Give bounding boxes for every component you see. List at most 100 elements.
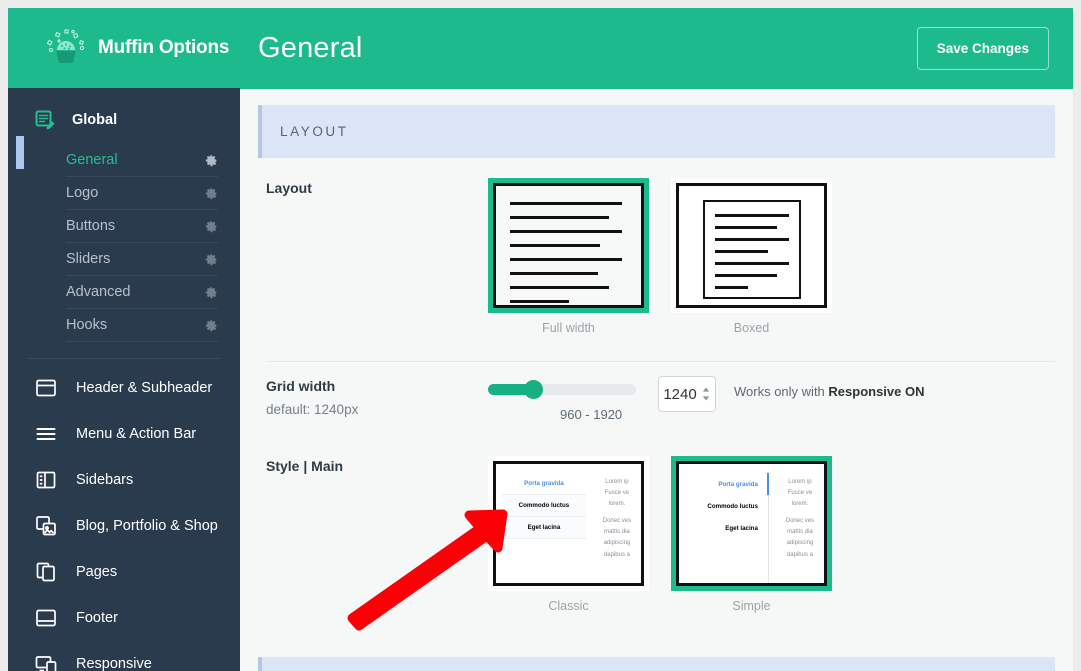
- style-preview-body-line: mattis dia: [604, 529, 630, 536]
- sidebar-item-footer[interactable]: Footer: [8, 595, 240, 641]
- sidebar-item-advanced[interactable]: Advanced: [66, 276, 218, 309]
- grid-width-value: 1240: [663, 385, 697, 403]
- section-header-next: [258, 657, 1055, 671]
- layout-options: Full width Boxed: [488, 178, 832, 335]
- grid-width-note-strong: Responsive ON: [828, 384, 925, 399]
- layout-option-full-width[interactable]: Full width: [488, 178, 649, 335]
- sidebar-item-sidebars[interactable]: Sidebars: [8, 457, 240, 503]
- sidebar-item-header-subheader[interactable]: Header & Subheader: [8, 365, 240, 411]
- layout-option-boxed-caption: Boxed: [733, 321, 770, 335]
- style-preview-body: Lorem ip Fusce ve lorem. Donec ves matti…: [769, 473, 824, 583]
- brand-title: Muffin Options: [98, 37, 230, 58]
- main-panel: General Save Changes LAYOUT Layout Full …: [240, 8, 1073, 671]
- style-preview-body: Lorem ip Fusce ve lorem. Donec ves matti…: [586, 473, 641, 583]
- sidebar-item-buttons-label: Buttons: [66, 218, 116, 234]
- row-layout-label-col: Layout: [266, 178, 488, 335]
- preview-lines: [702, 200, 801, 299]
- style-preview-classic: Porta gravida Commodo luctus Eget lacina…: [496, 464, 641, 583]
- row-style-main-label: Style | Main: [266, 458, 344, 474]
- style-preview-item: Eget lacina: [725, 524, 758, 532]
- section-header-layout: LAYOUT: [258, 105, 1055, 158]
- row-style-main: Style | Main Porta gravida Commodo luctu…: [258, 422, 1055, 613]
- style-preview-item: Porta gravida: [718, 480, 758, 488]
- sidebar-item-menu-action-bar-label: Menu & Action Bar: [76, 426, 197, 442]
- gear-icon[interactable]: [205, 286, 218, 299]
- gear-icon[interactable]: [205, 220, 218, 233]
- top-bar: General Save Changes: [240, 8, 1073, 89]
- spinner-arrows-icon[interactable]: [701, 386, 711, 402]
- sidebar-item-menu-action-bar[interactable]: Menu & Action Bar: [8, 411, 240, 457]
- slider-handle[interactable]: [524, 380, 543, 399]
- sidebar-item-global[interactable]: Global: [8, 100, 240, 140]
- right-gutter: [1073, 0, 1081, 671]
- style-thumb-simple-preview: Porta gravida Commodo luctus Eget lacina…: [676, 461, 827, 586]
- style-option-simple-caption: Simple: [732, 599, 771, 613]
- style-preview-body-line: dapibus a: [786, 551, 813, 558]
- section-header-layout-label: LAYOUT: [280, 124, 349, 139]
- header-layout-icon: [34, 376, 58, 400]
- row-grid-width-label: Grid width: [266, 378, 336, 394]
- grid-width-slider[interactable]: [488, 380, 636, 399]
- style-preview-body-line: Donec ves: [785, 518, 815, 525]
- sidebar-item-responsive-label: Responsive: [76, 656, 152, 671]
- gear-icon[interactable]: [205, 187, 218, 200]
- sidebar-item-logo[interactable]: Logo: [66, 177, 218, 210]
- sidebar-item-hooks-label: Hooks: [66, 317, 108, 333]
- row-layout-label: Layout: [266, 180, 312, 196]
- sidebar-global-group: Global General Logo Buttons Sliders Adva…: [8, 88, 240, 359]
- layout-thumb-full-width[interactable]: [488, 178, 649, 313]
- gear-icon[interactable]: [205, 154, 218, 167]
- style-preview-body-line: lorem.: [608, 501, 626, 508]
- style-preview-body-line: lorem.: [791, 501, 809, 508]
- sidebar-item-global-label: Global: [72, 112, 118, 128]
- style-preview-body-line: Donec ves: [602, 518, 632, 525]
- style-preview-body-line: Fusce ve: [604, 490, 630, 497]
- active-accent-bar: [766, 473, 769, 495]
- sidebar-item-buttons[interactable]: Buttons: [66, 210, 218, 243]
- sidebar: Muffin Options Global General Logo Butto…: [8, 8, 240, 671]
- sidebar-item-sidebars-label: Sidebars: [76, 472, 134, 488]
- gear-icon[interactable]: [205, 319, 218, 332]
- sidebar-item-hooks[interactable]: Hooks: [66, 309, 218, 342]
- responsive-devices-icon: [34, 652, 58, 671]
- sidebar-subnav: General Logo Buttons Sliders Advanced Ho…: [8, 140, 240, 352]
- style-thumb-classic[interactable]: Porta gravida Commodo luctus Eget lacina…: [488, 456, 649, 591]
- sidebar-item-pages-label: Pages: [76, 564, 118, 580]
- style-preview-body-line: Lorem ip: [788, 479, 812, 485]
- style-main-options: Porta gravida Commodo luctus Eget lacina…: [488, 456, 832, 613]
- style-preview-item: Eget lacina: [502, 517, 586, 539]
- row-grid-width: Grid width default: 1240px 960 - 1920 12…: [258, 362, 1055, 422]
- sidebar-item-sliders[interactable]: Sliders: [66, 243, 218, 276]
- style-preview-item: Commodo luctus: [707, 502, 758, 510]
- sidebar-item-sliders-label: Sliders: [66, 251, 111, 267]
- style-preview-body-line: Fusce ve: [787, 490, 813, 497]
- sidebar-item-responsive[interactable]: Responsive: [8, 641, 240, 671]
- layout-option-boxed[interactable]: Boxed: [671, 178, 832, 335]
- document-edit-icon: [34, 109, 56, 131]
- sidebar-item-general[interactable]: General: [66, 144, 218, 177]
- sidebar-item-pages[interactable]: Pages: [8, 549, 240, 595]
- pages-copy-icon: [34, 560, 58, 584]
- brand-header[interactable]: Muffin Options: [8, 8, 240, 88]
- footer-layout-icon: [34, 606, 58, 630]
- layout-thumb-boxed[interactable]: [671, 178, 832, 313]
- gear-icon[interactable]: [205, 253, 218, 266]
- style-preview-menu: Porta gravida Commodo luctus Eget lacina: [496, 473, 586, 583]
- style-option-simple[interactable]: Porta gravida Commodo luctus Eget lacina…: [671, 456, 832, 613]
- style-option-classic[interactable]: Porta gravida Commodo luctus Eget lacina…: [488, 456, 649, 613]
- sidebar-item-footer-label: Footer: [76, 610, 118, 626]
- save-changes-button[interactable]: Save Changes: [916, 27, 1049, 70]
- style-preview-body-line: mattis dia: [787, 529, 813, 536]
- content-area: LAYOUT Layout Full width Boxed Grid widt…: [240, 89, 1073, 671]
- sidebar-item-logo-label: Logo: [66, 185, 99, 201]
- row-style-main-label-col: Style | Main: [266, 456, 488, 613]
- grid-width-number-input[interactable]: 1240: [658, 376, 716, 412]
- sidebar-item-blog-portfolio-shop[interactable]: Blog, Portfolio & Shop: [8, 503, 240, 549]
- sidebar-main-nav: Header & Subheader Menu & Action Bar Sid…: [8, 359, 240, 671]
- layout-option-full-width-caption: Full width: [542, 321, 595, 335]
- sidebar-item-advanced-label: Advanced: [66, 284, 131, 300]
- sidebar-item-blog-portfolio-shop-label: Blog, Portfolio & Shop: [76, 518, 218, 534]
- grid-width-note: Works only with Responsive ON: [734, 376, 925, 422]
- sidebar-item-header-subheader-label: Header & Subheader: [76, 380, 213, 396]
- style-thumb-simple[interactable]: Porta gravida Commodo luctus Eget lacina…: [671, 456, 832, 591]
